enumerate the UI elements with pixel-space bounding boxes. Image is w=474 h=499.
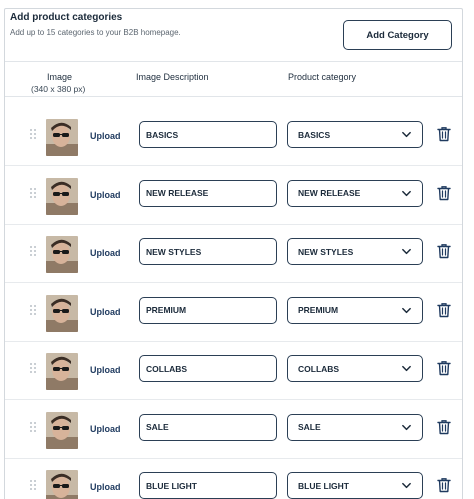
category-row: Upload BASICS BASICS bbox=[5, 107, 462, 166]
product-category-value: BLUE LIGHT bbox=[298, 480, 349, 491]
trash-icon[interactable] bbox=[437, 126, 451, 142]
trash-icon[interactable] bbox=[437, 419, 451, 435]
category-row: Upload NEW RELEASE NEW RELEASE bbox=[5, 166, 462, 225]
trash-icon[interactable] bbox=[437, 243, 451, 259]
image-description-input[interactable]: PREMIUM bbox=[139, 296, 277, 324]
column-header-divider bbox=[5, 96, 462, 97]
product-category-select[interactable]: NEW RELEASE bbox=[287, 179, 423, 207]
column-header-image: Image bbox=[47, 72, 73, 82]
image-description-input[interactable]: BASICS bbox=[139, 121, 277, 148]
product-category-select[interactable]: NEW STYLES bbox=[287, 238, 423, 265]
image-description-input[interactable]: NEW RELEASE bbox=[139, 179, 277, 207]
product-category-value: NEW RELEASE bbox=[298, 188, 361, 198]
image-description-input[interactable]: COLLABS bbox=[139, 355, 277, 382]
category-image-thumbnail bbox=[46, 119, 78, 156]
upload-link[interactable]: Upload bbox=[90, 482, 121, 492]
upload-link[interactable]: Upload bbox=[90, 365, 121, 375]
chevron-down-icon bbox=[402, 482, 411, 489]
category-row: Upload PREMIUM PREMIUM bbox=[5, 283, 462, 342]
image-description-input[interactable]: BLUE LIGHT bbox=[139, 472, 277, 499]
image-description-input[interactable]: SALE bbox=[139, 413, 277, 441]
trash-icon[interactable] bbox=[437, 302, 451, 318]
product-category-select[interactable]: COLLABS bbox=[287, 355, 423, 382]
category-row: Upload SALE SALE bbox=[5, 400, 462, 459]
category-image-thumbnail bbox=[46, 470, 78, 499]
upload-link[interactable]: Upload bbox=[90, 248, 121, 258]
category-image-thumbnail bbox=[46, 236, 78, 273]
chevron-down-icon bbox=[402, 307, 411, 313]
drag-handle-icon[interactable] bbox=[30, 129, 37, 140]
product-category-select[interactable]: BASICS bbox=[287, 121, 423, 148]
chevron-down-icon bbox=[402, 365, 411, 372]
category-image-thumbnail bbox=[46, 294, 78, 332]
header-divider bbox=[5, 61, 462, 62]
upload-link[interactable]: Upload bbox=[90, 190, 121, 200]
category-row: Upload BLUE LIGHT BLUE LIGHT bbox=[5, 458, 462, 499]
upload-link[interactable]: Upload bbox=[90, 424, 121, 434]
product-category-value: SALE bbox=[298, 422, 321, 432]
category-row: Upload NEW STYLES NEW STYLES bbox=[5, 224, 462, 283]
product-category-value: PREMIUM bbox=[298, 305, 339, 315]
product-category-value: COLLABS bbox=[298, 363, 340, 374]
upload-link[interactable]: Upload bbox=[90, 131, 121, 141]
column-header-image-size: (340 x 380 px) bbox=[31, 84, 86, 94]
panel-title: Add product categories bbox=[10, 12, 123, 23]
image-description-input[interactable]: NEW STYLES bbox=[139, 238, 277, 265]
chevron-down-icon bbox=[402, 248, 411, 255]
drag-handle-icon[interactable] bbox=[30, 363, 37, 374]
trash-icon[interactable] bbox=[437, 360, 451, 376]
drag-handle-icon[interactable] bbox=[30, 304, 37, 316]
drag-handle-icon[interactable] bbox=[30, 421, 37, 433]
product-category-select[interactable]: SALE bbox=[287, 413, 423, 441]
panel-header: Add product categories Add up to 15 cate… bbox=[10, 12, 181, 37]
trash-icon[interactable] bbox=[437, 185, 451, 201]
trash-icon[interactable] bbox=[437, 477, 451, 493]
product-category-value: BASICS bbox=[298, 129, 331, 140]
column-header-category: Product category bbox=[288, 72, 357, 82]
drag-handle-icon[interactable] bbox=[30, 480, 37, 491]
product-category-select[interactable]: PREMIUM bbox=[287, 296, 423, 324]
category-image-thumbnail bbox=[46, 353, 78, 390]
category-image-thumbnail bbox=[46, 177, 78, 215]
add-category-button[interactable]: Add Category bbox=[343, 20, 452, 50]
drag-handle-icon[interactable] bbox=[30, 187, 37, 199]
product-category-value: NEW STYLES bbox=[298, 246, 354, 257]
column-header-description: Image Description bbox=[136, 72, 209, 82]
upload-link[interactable]: Upload bbox=[90, 307, 121, 317]
product-category-select[interactable]: BLUE LIGHT bbox=[287, 472, 423, 499]
chevron-down-icon bbox=[402, 190, 411, 196]
chevron-down-icon bbox=[402, 424, 411, 430]
category-image-thumbnail bbox=[46, 411, 78, 449]
panel-subtitle: Add up to 15 categories to your B2B home… bbox=[10, 28, 181, 37]
category-row: Upload COLLABS COLLABS bbox=[5, 341, 462, 400]
chevron-down-icon bbox=[402, 131, 411, 138]
drag-handle-icon[interactable] bbox=[30, 246, 37, 257]
